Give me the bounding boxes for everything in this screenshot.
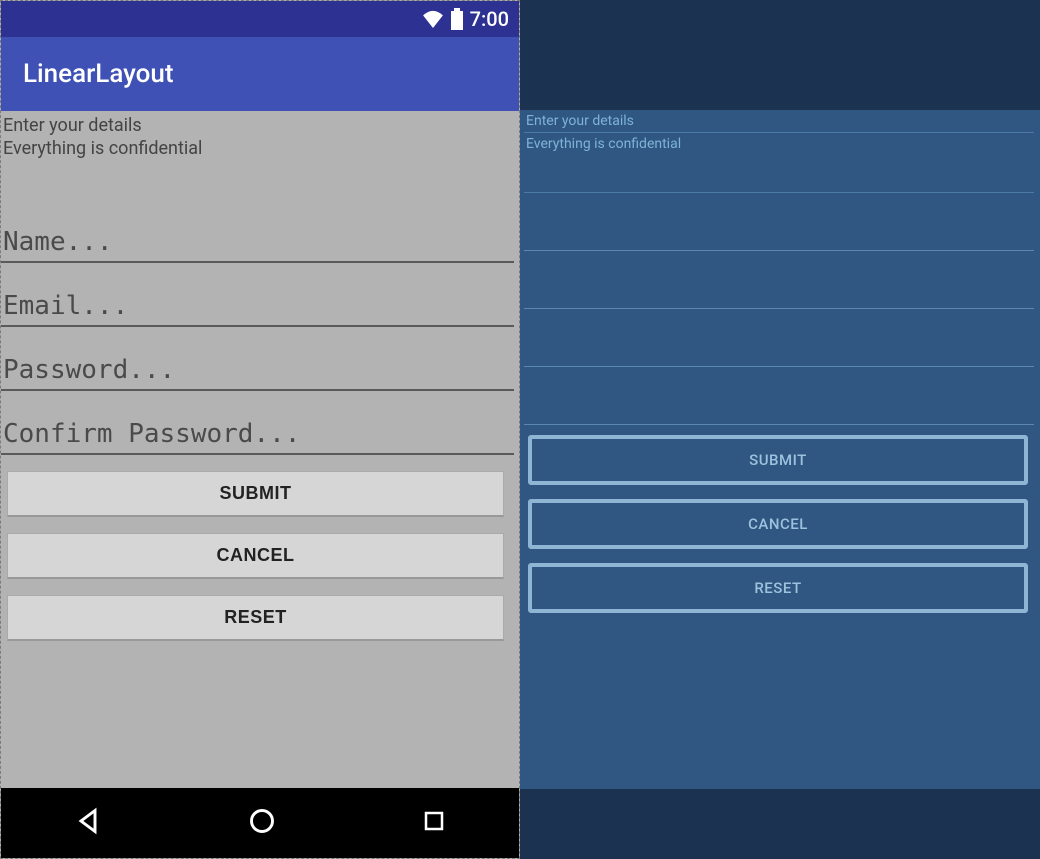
battery-icon <box>450 8 464 30</box>
button-group: SUBMIT CANCEL RESET <box>1 467 514 657</box>
blueprint-button-group: SUBMIT CANCEL RESET <box>524 425 1034 627</box>
blueprint-navigation-bar <box>520 789 1040 859</box>
back-icon[interactable] <box>74 807 102 839</box>
blueprint-status-bar <box>520 0 1040 36</box>
blueprint-content: Enter your details Everything is confide… <box>520 110 1040 789</box>
confirm-password-field[interactable] <box>1 413 514 455</box>
blueprint-pane: Enter your details Everything is confide… <box>520 0 1040 859</box>
reset-button[interactable]: RESET <box>7 595 504 641</box>
blueprint-intro-line-2: Everything is confidential <box>524 133 1034 193</box>
intro-line-1: Enter your details <box>1 115 514 138</box>
design-preview-pane: 7:00 LinearLayout Enter your details Eve… <box>0 0 520 859</box>
status-bar: 7:00 <box>1 1 519 37</box>
recents-icon[interactable] <box>422 809 446 837</box>
blueprint-intro-line-1: Enter your details <box>524 110 1034 133</box>
blueprint-password-field[interactable] <box>524 309 1034 367</box>
device-frame: 7:00 LinearLayout Enter your details Eve… <box>0 0 520 859</box>
app-bar-title: LinearLayout <box>23 59 174 89</box>
intro-line-2: Everything is confidential <box>1 138 514 161</box>
blueprint-cancel-button[interactable]: CANCEL <box>528 499 1028 549</box>
password-field[interactable] <box>1 349 514 391</box>
spacer <box>1 161 514 211</box>
status-clock: 7:00 <box>470 7 509 31</box>
email-field[interactable] <box>1 285 514 327</box>
home-icon[interactable] <box>248 807 276 839</box>
cancel-button[interactable]: CANCEL <box>7 533 504 579</box>
app-bar: LinearLayout <box>1 37 519 111</box>
wifi-icon <box>422 10 444 28</box>
blueprint-confirm-password-field[interactable] <box>524 367 1034 425</box>
submit-button[interactable]: SUBMIT <box>7 471 504 517</box>
blueprint-email-field[interactable] <box>524 251 1034 309</box>
blueprint-submit-button[interactable]: SUBMIT <box>528 435 1028 485</box>
form-content: Enter your details Everything is confide… <box>1 111 519 788</box>
navigation-bar <box>1 788 519 858</box>
blueprint-app-bar <box>520 36 1040 110</box>
blueprint-reset-button[interactable]: RESET <box>528 563 1028 613</box>
blueprint-name-field[interactable] <box>524 193 1034 251</box>
name-field[interactable] <box>1 221 514 263</box>
